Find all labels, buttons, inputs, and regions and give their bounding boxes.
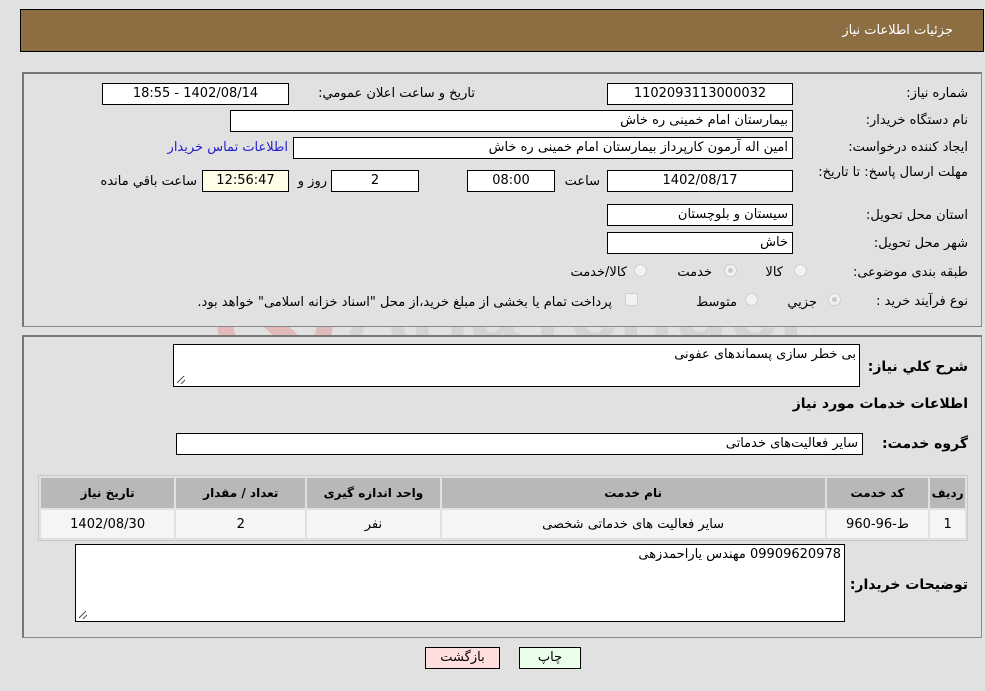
buyer-notes-label: توضیحات خریدار: [849,577,968,593]
deadline-time-field: 08:00 [467,170,555,192]
buyer-org-label: نام دستگاه خریدار: [865,113,968,128]
days-label: روز و [297,174,327,189]
category-option-goods-service: کالا/خدمت [570,265,627,280]
process-label: نوع فرآیند خرید : [876,294,968,309]
page-title: جزئیات اطلاعات نیاز [842,23,953,38]
services-heading: اطلاعات خدمات مورد نیاز [792,396,968,412]
city-label: شهر محل تحویل: [873,236,968,251]
process-option-medium: متوسط [696,295,737,310]
remaining-days-field: 2 [331,170,419,192]
cell-unit: نفر [307,510,440,538]
category-option-goods: کالا [765,265,783,280]
col-header-need-date: تاریخ نیاز [41,478,175,508]
process-radio-medium[interactable] [745,293,758,306]
back-button[interactable]: بازگشت [425,647,500,669]
need-number-field: 1102093113000032 [607,83,793,105]
col-header-row-number: ردیف [930,478,965,508]
service-group-field: سایر فعالیت‌های خدماتی [176,433,863,455]
city-field: خاش [607,232,793,254]
description-text: بی خطر سازی پسماندهای عفونی [674,347,856,362]
col-header-unit: واحد اندازه گیری [307,478,440,508]
buyer-org-field: بیمارستان امام خمینی ره خاش [230,110,793,132]
category-radio-goods-service[interactable] [634,264,647,277]
cell-service-name: سایر فعالیت های خدماتی شخصی [441,510,825,538]
category-radio-goods[interactable] [794,264,807,277]
table-row: 1 ط-96-960 سایر فعالیت های خدماتی شخصی ن… [41,510,965,538]
services-table: ردیف کد خدمت نام خدمت واحد اندازه گیری ت… [38,475,968,541]
resize-grip-icon[interactable] [177,376,185,384]
page-header: جزئیات اطلاعات نیاز [20,9,984,52]
remaining-label: ساعت باقي مانده [100,174,197,189]
process-option-minor: جزيي [787,295,817,310]
deadline-time-label: ساعت [564,174,600,189]
description-textarea[interactable]: بی خطر سازی پسماندهای عفونی [173,344,860,387]
announce-datetime-field: 1402/08/14 - 18:55 [102,83,289,105]
col-header-quantity: تعداد / مقدار [176,478,306,508]
col-header-service-code: کد خدمت [826,478,929,508]
col-header-service-name: نام خدمت [441,478,825,508]
category-label: طبقه بندی موضوعی: [852,265,968,280]
category-option-service: خدمت [677,265,712,280]
service-group-label: گروه خدمت: [882,436,968,452]
category-radio-service[interactable] [724,264,737,277]
deadline-date-field: 1402/08/17 [607,170,793,192]
buyer-contact-link[interactable]: اطلاعات تماس خریدار [168,140,288,155]
cell-quantity: 2 [176,510,306,538]
treasury-note: پرداخت تمام یا بخشی از مبلغ خرید،از محل … [197,295,612,310]
requester-field: امین اله آرمون کارپرداز بیمارستان امام خ… [293,137,793,159]
need-number-label: شماره نیاز: [906,86,968,101]
province-field: سیستان و بلوچستان [607,204,793,226]
description-label: شرح کلي نیاز: [867,359,968,375]
cell-need-date: 1402/08/30 [41,510,175,538]
cell-service-code: ط-96-960 [826,510,929,538]
print-button[interactable]: چاپ [519,647,581,669]
cell-row-number: 1 [930,510,965,538]
remaining-time-field: 12:56:47 [202,170,289,192]
requester-label: ایجاد کننده درخواست: [848,140,968,155]
treasury-checkbox[interactable] [625,293,638,306]
province-label: استان محل تحویل: [866,208,968,223]
announce-datetime-label: تاریخ و ساعت اعلان عمومي: [318,86,475,101]
buyer-notes-textarea[interactable]: 09909620978 مهندس یاراحمدزهی [75,544,845,622]
process-radio-minor[interactable] [828,293,841,306]
buyer-notes-text: 09909620978 مهندس یاراحمدزهی [638,547,841,562]
deadline-label: مهلت ارسال پاسخ: تا تاریخ: [818,165,968,180]
table-header-row: ردیف کد خدمت نام خدمت واحد اندازه گیری ت… [41,478,965,508]
resize-grip-icon[interactable] [79,611,87,619]
